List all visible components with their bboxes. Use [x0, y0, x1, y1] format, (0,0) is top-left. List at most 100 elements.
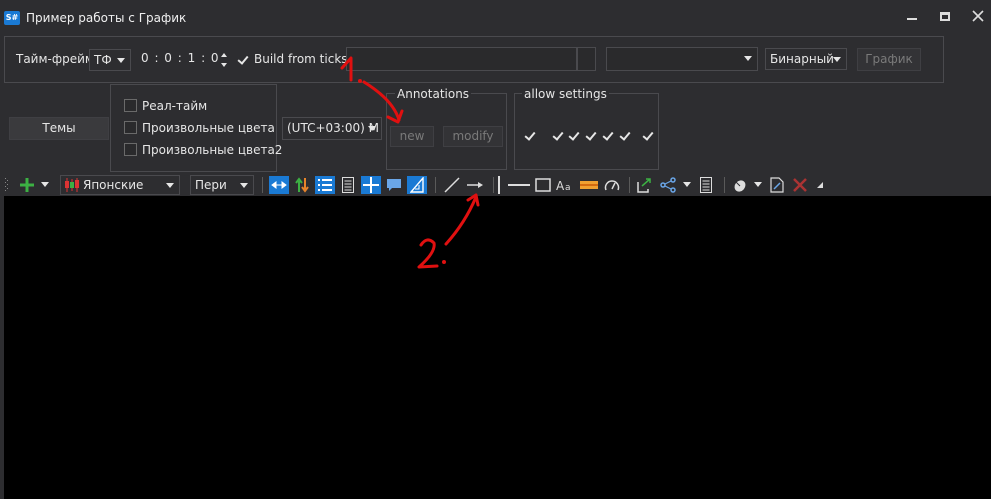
- timeframe-label: Тайм-фрейм: [16, 52, 94, 66]
- plus-icon: [20, 178, 34, 192]
- share-icon: [660, 177, 676, 193]
- delete-button[interactable]: [790, 176, 810, 194]
- chevron-down-icon[interactable]: [754, 182, 762, 187]
- properties-button[interactable]: [338, 176, 358, 194]
- overflow-corner-icon: [817, 182, 823, 188]
- add-area-button[interactable]: [18, 176, 36, 194]
- speech-bubble-icon: [387, 179, 401, 191]
- allow-setting-checkbox[interactable]: [642, 129, 655, 142]
- period-combo-value: Пери: [195, 178, 227, 192]
- allow-setting-checkbox[interactable]: [568, 129, 581, 142]
- timezone-combo-value: (UTC+03:00) M: [287, 121, 379, 135]
- crosshair-button[interactable]: [361, 176, 381, 194]
- export-button[interactable]: [635, 176, 655, 194]
- crosshair-icon: [363, 177, 379, 193]
- document-icon: [342, 177, 354, 193]
- time-spinner[interactable]: [219, 50, 229, 70]
- chevron-down-icon: [166, 183, 174, 188]
- build-from-ticks-label: Build from ticks: [254, 52, 348, 66]
- list-icon: [318, 179, 332, 191]
- realtime-label: Реал-тайм: [142, 99, 208, 113]
- rectangle-button[interactable]: [533, 176, 553, 194]
- close-icon: [972, 10, 984, 22]
- chevron-down-icon: [368, 126, 376, 131]
- scroll-toggle-button[interactable]: [269, 176, 289, 194]
- chevron-down-icon[interactable]: [41, 182, 49, 187]
- minimize-button[interactable]: [900, 6, 924, 26]
- mouse-icon: [734, 180, 746, 192]
- portfolio-combo[interactable]: [606, 47, 758, 71]
- themes-button[interactable]: Темы: [9, 117, 109, 140]
- gauge-button[interactable]: [602, 176, 622, 194]
- diagonal-line-icon: [444, 177, 460, 193]
- window-title: Пример работы с График: [26, 11, 187, 25]
- timezone-combo[interactable]: (UTC+03:00) M: [282, 117, 382, 140]
- share-button[interactable]: [658, 176, 678, 194]
- toolbar-separator: [724, 177, 725, 193]
- svg-text:a: a: [565, 183, 571, 192]
- highlight-button[interactable]: [578, 176, 600, 194]
- grip-icon[interactable]: [4, 176, 10, 194]
- new-annotation-button[interactable]: new: [390, 126, 434, 147]
- delete-x-icon: [793, 178, 807, 192]
- legend-toggle-button[interactable]: [315, 176, 335, 194]
- volume-button[interactable]: [407, 176, 427, 194]
- time-value[interactable]: 0 : 0 : 1 : 0: [141, 51, 220, 65]
- vertical-line-button[interactable]: [494, 176, 504, 194]
- annotation-tooltip-button[interactable]: [384, 176, 404, 194]
- candle-type-value: Японские: [83, 178, 144, 192]
- candlestick-icon: [65, 178, 79, 192]
- candle-type-combo[interactable]: Японские: [60, 175, 180, 195]
- allow-setting-checkbox[interactable]: [602, 129, 615, 142]
- trend-line-button[interactable]: [442, 176, 462, 194]
- autoscale-button[interactable]: [292, 176, 312, 194]
- toolbar-separator: [629, 177, 630, 193]
- realtime-checkbox[interactable]: [124, 99, 137, 112]
- title-bar: S# Пример работы с График: [0, 0, 991, 36]
- build-from-ticks-checkbox[interactable]: [237, 53, 250, 66]
- custom-colors-checkbox[interactable]: [124, 121, 137, 134]
- annotations-title: Annotations: [395, 87, 472, 101]
- chevron-down-icon: [240, 183, 248, 188]
- custom-colors2-checkbox[interactable]: [124, 143, 137, 156]
- edit-document-icon: [770, 177, 784, 193]
- close-button[interactable]: [966, 6, 990, 26]
- allow-setting-checkbox[interactable]: [552, 129, 565, 142]
- toolbar-separator: [262, 177, 263, 193]
- arrow-right-icon: [467, 182, 483, 188]
- toolbar-overflow-button[interactable]: [815, 176, 825, 194]
- chevron-down-icon: [744, 56, 752, 61]
- export-icon: [637, 178, 651, 193]
- up-down-arrows-icon: [295, 177, 309, 193]
- text-button[interactable]: Aa: [555, 176, 575, 194]
- maximize-button[interactable]: [933, 6, 957, 26]
- pointer-button[interactable]: [730, 176, 750, 194]
- report-icon: [700, 177, 712, 193]
- allow-setting-checkbox[interactable]: [585, 129, 598, 142]
- timeframe-combo-value: ТФ: [94, 53, 112, 67]
- maximize-icon: [940, 11, 950, 21]
- chevron-down-icon[interactable]: [683, 182, 691, 187]
- report-button[interactable]: [696, 176, 716, 194]
- period-combo[interactable]: Пери: [190, 175, 254, 195]
- security-input[interactable]: [346, 47, 577, 71]
- security-picker-button[interactable]: [577, 47, 596, 71]
- custom-colors-label: Произвольные цвета: [142, 121, 275, 135]
- ray-button[interactable]: [464, 176, 486, 194]
- chart-area[interactable]: [4, 196, 991, 499]
- timeframe-combo[interactable]: ТФ: [89, 49, 131, 71]
- allow-setting-checkbox[interactable]: [619, 129, 632, 142]
- modify-annotation-button[interactable]: modify: [443, 126, 503, 147]
- theme-combo-value: Бинарный: [770, 52, 834, 66]
- allow-settings-title: allow settings: [522, 87, 609, 101]
- horizontal-line-button[interactable]: [507, 176, 531, 194]
- minimize-icon: [907, 18, 917, 20]
- allow-setting-checkbox[interactable]: [524, 129, 537, 142]
- edit-document-button[interactable]: [767, 176, 787, 194]
- text-size-icon: Aa: [556, 179, 571, 192]
- theme-combo[interactable]: Бинарный: [765, 48, 847, 70]
- chart-button[interactable]: График: [857, 48, 921, 71]
- chevron-down-icon: [833, 57, 841, 62]
- chart-toolbar: Японские Пери Aa: [4, 174, 826, 196]
- custom-colors2-label: Произвольные цвета2: [142, 143, 283, 157]
